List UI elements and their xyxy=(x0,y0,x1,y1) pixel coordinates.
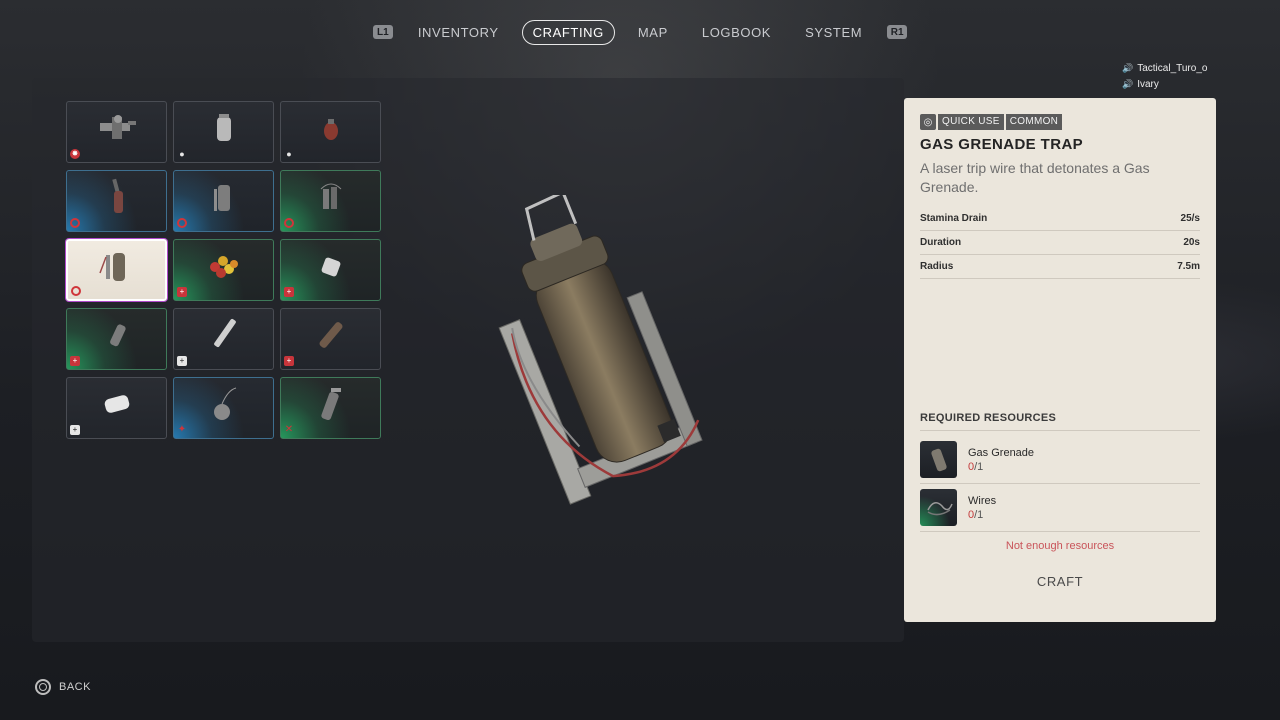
grenade-launcher-icon xyxy=(99,115,136,139)
recipe-slot-cluster-trap[interactable] xyxy=(280,170,381,232)
stat-label: Duration xyxy=(920,237,962,248)
resource-count: 0/1 xyxy=(968,508,984,521)
recipe-slot-sprayer[interactable]: ✕ xyxy=(280,377,381,439)
back-button[interactable]: BACK xyxy=(35,679,91,695)
ointment-icon xyxy=(109,324,126,347)
health-badge-icon: + xyxy=(284,356,294,366)
stat-row: Duration 20s xyxy=(920,231,1200,255)
top-nav: L1 INVENTORY CRAFTING MAP LOGBOOK SYSTEM… xyxy=(0,18,1280,46)
gas-trap-icon xyxy=(213,185,230,211)
tab-logbook[interactable]: LOGBOOK xyxy=(691,20,782,45)
stat-value: 7.5m xyxy=(1177,261,1200,272)
tab-system[interactable]: SYSTEM xyxy=(794,20,873,45)
resource-list: Gas Grenade 0/1 Wires 0/1 xyxy=(920,436,1200,532)
gas-grenade-trap-icon xyxy=(98,253,125,282)
tag-quick-use: QUICK USE xyxy=(938,114,1004,130)
recipe-slot-gauze[interactable]: + xyxy=(66,377,167,439)
tag-rarity: COMMON xyxy=(1005,114,1063,130)
recipe-slot-frag-grenade[interactable]: ● xyxy=(280,101,381,163)
recipe-slot-berries[interactable]: + xyxy=(173,239,274,301)
recipe-slot-gas-trap[interactable] xyxy=(173,170,274,232)
medical-badge-icon: + xyxy=(177,356,187,366)
item-title: GAS GRENADE TRAP xyxy=(920,136,1084,153)
molotov-icon xyxy=(111,178,123,213)
medical-badge-icon: + xyxy=(70,425,80,435)
trap-badge-icon xyxy=(70,218,80,228)
explosive-badge-icon: ✸ xyxy=(70,149,80,159)
quick-use-icon: ◎ xyxy=(920,114,936,130)
tab-map[interactable]: MAP xyxy=(627,20,679,45)
gauze-icon xyxy=(104,395,129,413)
tab-crafting[interactable]: CRAFTING xyxy=(521,19,615,45)
recipe-slot-molotov[interactable] xyxy=(66,170,167,232)
item-detail-card: ◎ QUICK USE COMMON GAS GRENADE TRAP A la… xyxy=(904,98,1216,622)
pill-badge-icon: ● xyxy=(179,149,185,159)
back-label: BACK xyxy=(59,681,91,693)
health-badge-icon: + xyxy=(284,287,294,297)
craft-button[interactable]: CRAFT xyxy=(904,574,1216,589)
trap-badge-icon xyxy=(284,218,294,228)
sprayer-icon xyxy=(320,388,341,421)
required-resources-header: REQUIRED RESOURCES xyxy=(920,412,1200,431)
recipe-slot-syringe[interactable]: + xyxy=(173,308,274,370)
cluster-trap-icon xyxy=(320,183,341,209)
resource-count: 0/1 xyxy=(968,460,984,473)
insufficient-resources-warning: Not enough resources xyxy=(1005,540,1115,552)
tool-badge-icon: ✦ xyxy=(177,424,187,435)
resource-row[interactable]: Gas Grenade 0/1 xyxy=(920,436,1200,484)
recipe-slot-gas-grenade-trap[interactable] xyxy=(66,239,167,301)
pill-badge-icon: ● xyxy=(286,149,292,159)
item-stats: Stamina Drain 25/s Duration 20s Radius 7… xyxy=(920,207,1200,279)
resource-name: Gas Grenade xyxy=(968,446,1035,459)
health-badge-icon: + xyxy=(70,356,80,366)
wires-icon xyxy=(920,489,957,526)
stat-row: Stamina Drain 25/s xyxy=(920,207,1200,231)
trap-badge-icon xyxy=(71,286,81,296)
speaker-icon: 🔊 xyxy=(1122,62,1134,73)
player-entry: 🔊 Ivary xyxy=(1122,76,1207,92)
l1-bumper-icon[interactable]: L1 xyxy=(372,25,393,39)
stat-value: 20s xyxy=(1183,237,1200,248)
bomb-icon xyxy=(213,387,236,420)
stat-label: Radius xyxy=(920,261,954,272)
canister-icon xyxy=(216,114,231,141)
health-badge-icon: + xyxy=(177,287,187,297)
recipe-slot-bandage-roll[interactable]: + xyxy=(280,239,381,301)
tab-inventory[interactable]: INVENTORY xyxy=(407,20,510,45)
syringe-icon xyxy=(213,318,236,348)
circle-button-icon xyxy=(35,679,51,695)
stat-row: Radius 7.5m xyxy=(920,255,1200,279)
vial-icon xyxy=(319,322,342,348)
resource-name: Wires xyxy=(968,494,997,507)
tool-badge-icon: ✕ xyxy=(284,424,294,435)
trap-badge-icon xyxy=(177,218,187,228)
player-name: Ivary xyxy=(1137,78,1159,90)
resource-row[interactable]: Wires 0/1 xyxy=(920,484,1200,532)
recipe-grid: ✸ ● ● + + + + + + ✦ ✕ xyxy=(66,101,382,439)
frag-grenade-icon xyxy=(323,119,338,140)
gas-grenade-trap-render xyxy=(498,195,703,505)
recipe-slot-grenade-launcher[interactable]: ✸ xyxy=(66,101,167,163)
player-entry: 🔊 Tactical_Turo_o xyxy=(1122,60,1207,76)
voice-player-list: 🔊 Tactical_Turo_o 🔊 Ivary xyxy=(1122,60,1207,92)
speaker-icon: 🔊 xyxy=(1122,78,1134,89)
berries-icon xyxy=(209,256,238,278)
recipe-slot-ointment[interactable]: + xyxy=(66,308,167,370)
recipe-slot-vial[interactable]: + xyxy=(280,308,381,370)
player-name: Tactical_Turo_o xyxy=(1137,62,1208,74)
gas-grenade-icon xyxy=(920,441,957,478)
item-tags: ◎ QUICK USE COMMON xyxy=(920,114,1200,130)
recipe-slot-canister[interactable]: ● xyxy=(173,101,274,163)
stat-label: Stamina Drain xyxy=(920,213,988,224)
item-description: A laser trip wire that detonates a Gas G… xyxy=(920,160,1150,195)
recipe-slot-bomb[interactable]: ✦ xyxy=(173,377,274,439)
r1-bumper-icon[interactable]: R1 xyxy=(887,25,908,39)
stat-value: 25/s xyxy=(1180,213,1200,224)
bandage-roll-icon xyxy=(321,257,340,277)
